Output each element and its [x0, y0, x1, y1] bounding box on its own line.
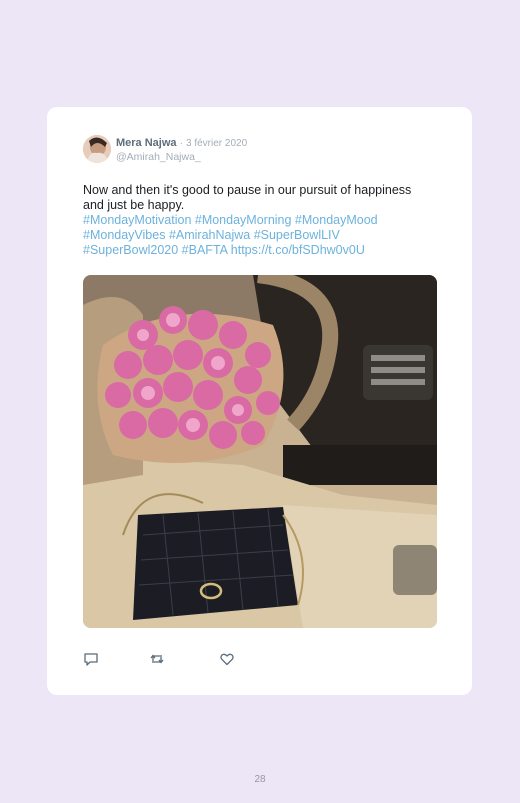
tweet-text: Now and then it's good to pause in our p…	[83, 183, 448, 258]
author-line: Mera Najwa · 3 février 2020	[116, 137, 247, 149]
author-handle[interactable]: @Amirah_Najwa_	[116, 151, 201, 163]
tweet-text-line: Now and then it's good to pause in our p…	[83, 183, 412, 197]
date-separator: ·	[179, 138, 183, 149]
retweet-icon[interactable]	[149, 651, 165, 667]
tweet-card: Mera Najwa · 3 février 2020 @Amirah_Najw…	[47, 107, 472, 695]
reply-icon[interactable]	[83, 651, 99, 667]
hashtags-line[interactable]: #MondayMotivation #MondayMorning #Monday…	[83, 213, 448, 228]
avatar[interactable]	[83, 135, 111, 163]
tweet-date[interactable]: 3 février 2020	[186, 138, 247, 149]
heart-icon[interactable]	[219, 651, 235, 667]
hashtags-link-line[interactable]: #SuperBowl2020 #BAFTA https://t.co/bfSDh…	[83, 243, 448, 258]
tweet-text-line: and just be happy.	[83, 198, 185, 212]
tweet-photo[interactable]	[83, 275, 437, 628]
tweet-actions	[83, 651, 283, 667]
page-number: 28	[254, 774, 266, 785]
author-name[interactable]: Mera Najwa	[116, 137, 177, 149]
hashtags-line[interactable]: #MondayVibes #AmirahNajwa #SuperBowlLIV	[83, 228, 448, 243]
